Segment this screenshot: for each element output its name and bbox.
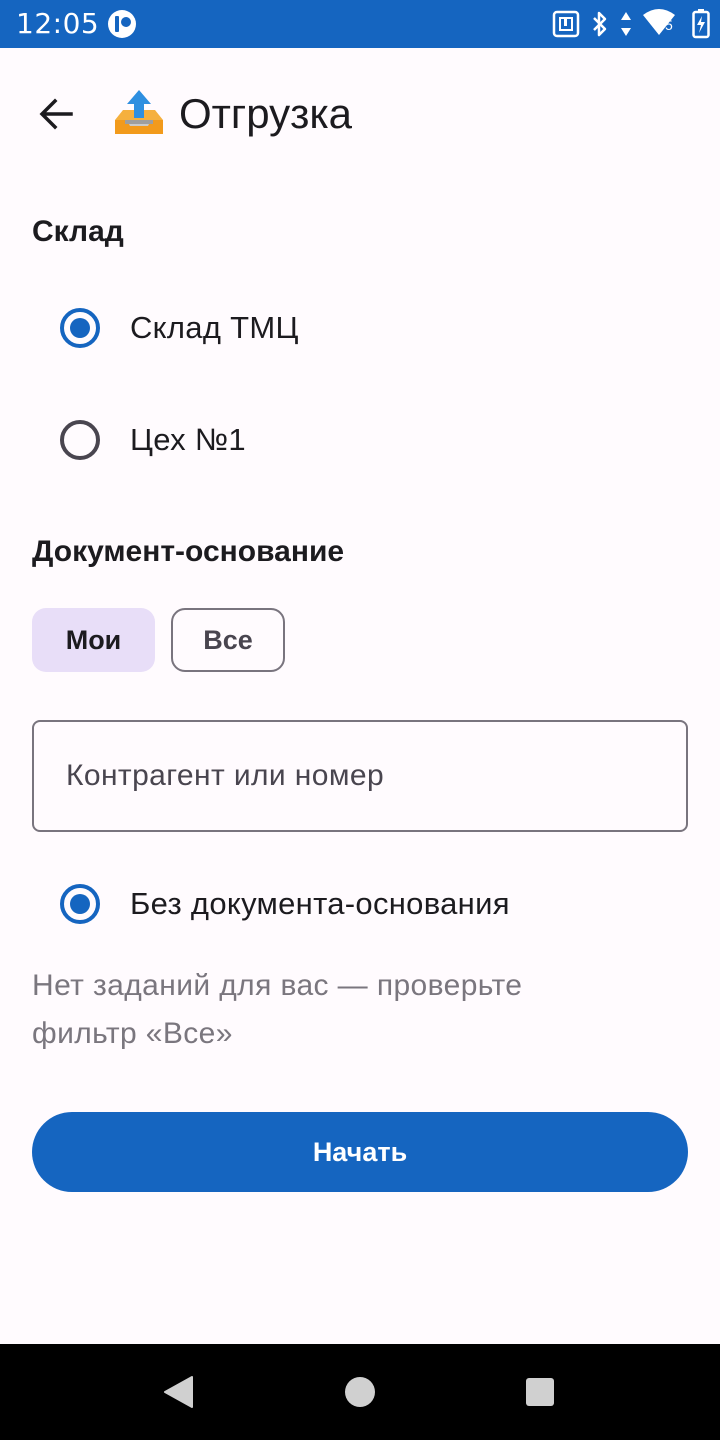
warehouse-option-label: Цех №1	[130, 422, 246, 457]
top-app-bar: Отгрузка	[0, 48, 720, 178]
filter-chip-all[interactable]: Все	[171, 608, 285, 672]
system-navigation-bar	[0, 1344, 720, 1440]
warehouse-label: Склад	[32, 215, 124, 248]
outbox-tray-icon	[115, 90, 163, 134]
back-triangle-icon	[164, 1376, 193, 1408]
battery-charging-icon	[692, 9, 710, 39]
empty-tasks-hint: Нет заданий для вас — проверьте фильтр «…	[32, 969, 523, 1050]
page-title: Отгрузка	[179, 90, 353, 137]
nfc-icon	[552, 10, 580, 38]
filter-chip-mine[interactable]: Мои	[32, 608, 155, 672]
status-time: 12:05	[16, 7, 100, 40]
warehouse-option-label: Склад ТМЦ	[130, 310, 299, 345]
network-badge: 5	[665, 17, 673, 33]
bluetooth-icon	[593, 11, 607, 37]
wifi-signal: 5	[642, 9, 682, 39]
nav-recents-button[interactable]	[520, 1372, 560, 1412]
document-label: Документ-основание	[32, 535, 345, 568]
warehouse-option-workshop[interactable]: Цех №1	[0, 395, 720, 485]
app-notification-icon	[108, 10, 136, 38]
status-icons: 5	[552, 9, 710, 39]
arrow-back-icon	[39, 98, 73, 130]
radio-checked[interactable]	[60, 308, 100, 348]
back-button[interactable]	[30, 88, 82, 140]
recents-square-icon	[526, 1378, 554, 1406]
counterparty-search-input[interactable]	[32, 720, 688, 832]
start-button[interactable]: Начать	[32, 1112, 688, 1192]
no-document-label: Без документа-основания	[130, 886, 510, 921]
home-circle-icon	[345, 1377, 375, 1407]
nav-home-button[interactable]	[340, 1372, 380, 1412]
radio-unchecked[interactable]	[60, 420, 100, 460]
data-transfer-icon	[621, 12, 631, 36]
no-document-option[interactable]: Без документа-основания	[0, 859, 720, 949]
status-bar: 12:05 5	[0, 0, 720, 48]
warehouse-option-tmc[interactable]: Склад ТМЦ	[0, 283, 720, 373]
nav-back-button[interactable]	[158, 1372, 198, 1412]
radio-checked[interactable]	[60, 884, 100, 924]
